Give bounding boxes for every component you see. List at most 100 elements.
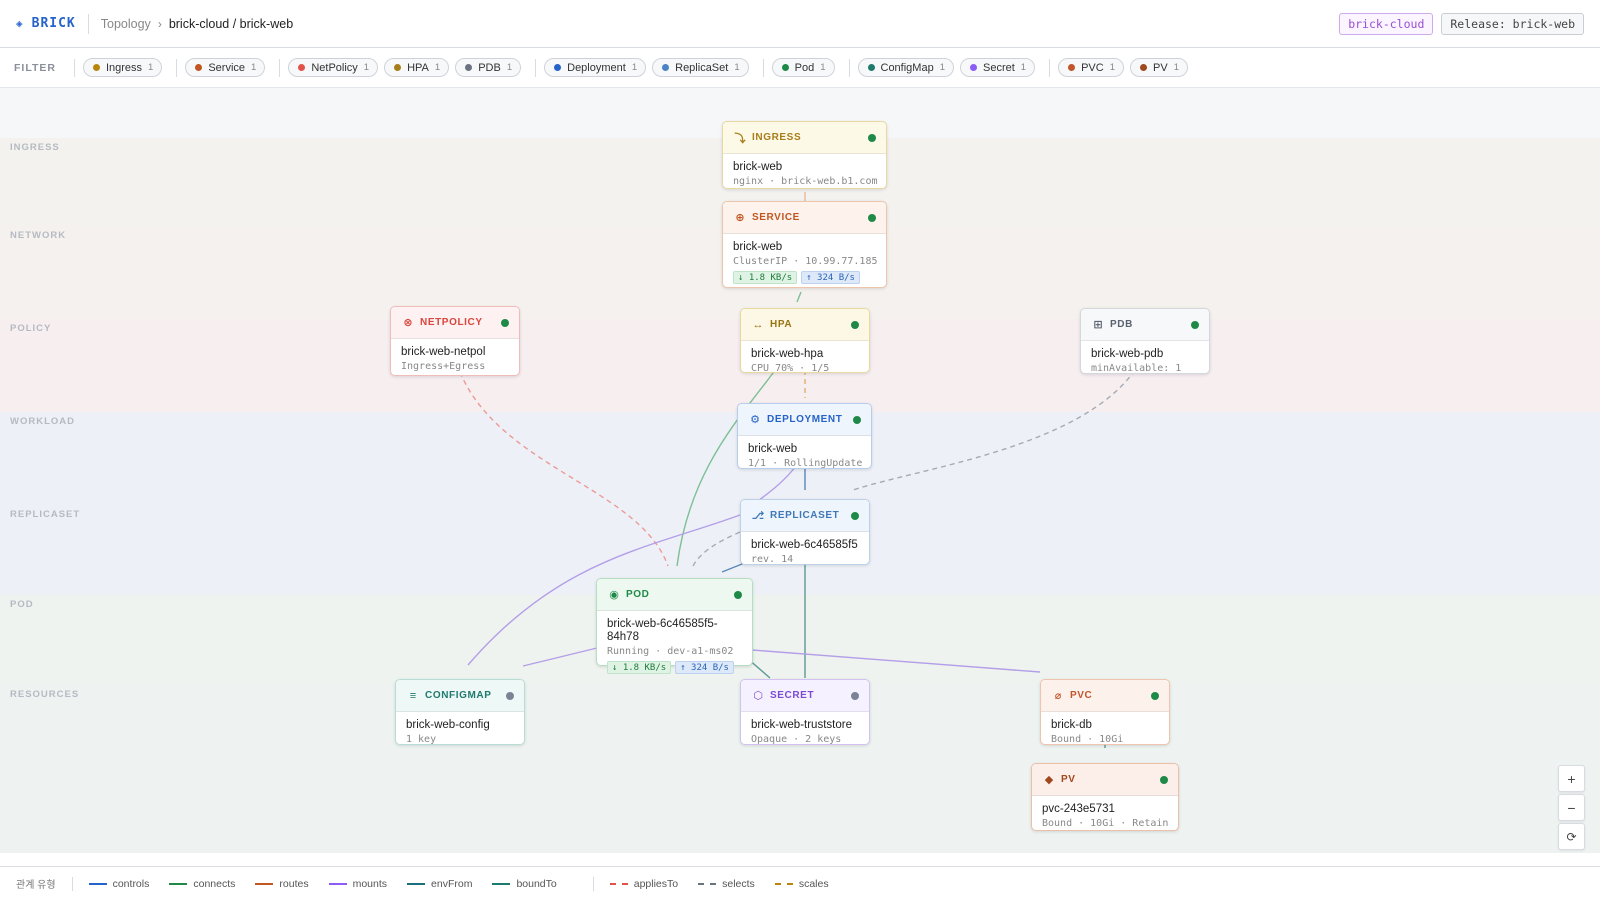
header-divider xyxy=(87,13,89,34)
traffic-badges: ↓ 1.8 KB/s ↑ 324 B/s xyxy=(607,661,742,674)
legend-item-controls[interactable]: controls xyxy=(88,878,149,890)
traffic-in-badge: ↓ 1.8 KB/s xyxy=(607,661,672,674)
filter-chip-count: 1 xyxy=(1020,62,1027,73)
legend-line-swatch xyxy=(169,882,188,885)
resource-meta: Running · dev-a1-ms02 xyxy=(607,646,734,657)
filter-divider xyxy=(1049,58,1051,77)
filter-chip-configmap[interactable]: ConfigMap 1 xyxy=(857,58,954,77)
legend-label: selects xyxy=(722,877,755,890)
kind-color-dot xyxy=(298,64,306,71)
filter-chip-label: ReplicaSet xyxy=(675,61,729,74)
legend-item-connects[interactable]: connects xyxy=(169,878,235,890)
zoom-in-button[interactable]: + xyxy=(1558,765,1585,792)
traffic-out-badge: ↑ 324 B/s xyxy=(801,271,860,284)
node-body: brick-web-6c46585f5 rev. 14 xyxy=(741,532,869,566)
resource-name: brick-web xyxy=(733,161,783,173)
filter-chip-count: 1 xyxy=(734,62,740,73)
resource-name: pvc-243e5731 xyxy=(1042,803,1115,815)
filter-divider xyxy=(279,58,281,77)
legend-item-appliesto[interactable]: appliesTo xyxy=(609,878,678,890)
node-ingress[interactable]: ⤵ INGRESS brick-web nginx · brick-web.b1.co… xyxy=(722,121,887,189)
resource-meta: rev. 14 xyxy=(751,554,794,565)
filter-chip-label: Pod xyxy=(794,61,815,74)
node-replicaset[interactable]: ⎇ REPLICASET brick-web-6c46585f5 rev. 14 xyxy=(740,499,870,565)
legend-item-envfrom[interactable]: envFrom xyxy=(407,878,472,890)
node-kind-label: SERVICE xyxy=(752,212,800,223)
legend-item-boundto[interactable]: boundTo xyxy=(492,878,557,890)
topology-canvas[interactable]: INGRESS NETWORK POLICY WORKLOAD REPLICASET PO… xyxy=(0,88,1600,853)
node-service[interactable]: ⊕ SERVICE brick-web ClusterIP · 10.99.77.18… xyxy=(722,201,887,288)
filter-chip-label: ConfigMap xyxy=(880,61,934,74)
node-configmap[interactable]: ≡ CONFIGMAP brick-web-config 1 key xyxy=(395,679,525,745)
reset-view-button[interactable]: ⟳ xyxy=(1558,823,1585,850)
filter-chip-label: PV xyxy=(1153,61,1168,74)
release-badge[interactable]: Release: brick-web xyxy=(1441,13,1584,35)
filter-chip-service[interactable]: Service 1 xyxy=(185,58,266,77)
zoom-out-button[interactable]: − xyxy=(1558,794,1585,821)
namespace-badge[interactable]: brick-cloud xyxy=(1339,13,1434,35)
filter-chip-netpolicy[interactable]: NetPolicy 1 xyxy=(288,58,379,77)
kind-color-dot xyxy=(662,64,670,71)
filter-chip-pdb[interactable]: PDB 1 xyxy=(455,58,522,77)
status-indicator xyxy=(851,320,859,329)
node-hpa[interactable]: ↔ HPA brick-web-hpa CPU 70% · 1/5 xyxy=(740,308,870,374)
resource-meta: Bound · 10Gi · Retain xyxy=(1042,818,1169,829)
legend-label: connects xyxy=(193,877,236,890)
node-body: brick-web-6c46585f5-84h78 Running · dev-a… xyxy=(597,611,752,674)
resource-name: brick-web-truststore xyxy=(751,719,852,731)
legend-item-mounts[interactable]: mounts xyxy=(328,878,387,890)
legend-item-selects[interactable]: selects xyxy=(698,878,755,890)
node-header: ◆ PV xyxy=(1032,764,1178,796)
filter-chip-hpa[interactable]: HPA 1 xyxy=(384,58,450,77)
legend-line-swatch xyxy=(492,882,511,885)
node-header: ⬡ SECRET xyxy=(741,680,869,712)
node-header: ≡ CONFIGMAP xyxy=(396,680,524,712)
filter-chip-deployment[interactable]: Deployment 1 xyxy=(544,58,647,77)
resource-meta: minAvailable: 1 xyxy=(1091,363,1182,374)
deployment-kind-icon: ⚙ xyxy=(750,414,760,426)
node-deployment[interactable]: ⚙ DEPLOYMENT brick-web 1/1 · RollingUpdate xyxy=(737,403,872,469)
app-logo[interactable]: ◈ BRICK xyxy=(16,16,76,31)
filter-chip-pod[interactable]: Pod 1 xyxy=(771,58,835,77)
node-kind-label: PDB xyxy=(1110,319,1133,330)
legend-item-scales[interactable]: scales xyxy=(774,877,829,890)
filter-chip-secret[interactable]: Secret 1 xyxy=(960,58,1036,77)
node-kind-label: PVC xyxy=(1070,690,1093,701)
edge-mounts-pod-configmap xyxy=(522,647,598,667)
legend-title: 관계 유형 xyxy=(16,880,56,891)
node-pvc[interactable]: ⌀ PVC brick-db Bound · 10Gi xyxy=(1040,679,1170,745)
kind-color-dot xyxy=(781,64,789,71)
node-netpolicy[interactable]: ⊗ NETPOLICY brick-web-netpol Ingress+Egress xyxy=(390,306,520,376)
legend-line-swatch xyxy=(328,882,347,885)
kind-color-dot xyxy=(394,64,402,71)
resource-meta: nginx · brick-web.b1.com xyxy=(733,176,878,187)
node-pv[interactable]: ◆ PV pvc-243e5731 Bound · 10Gi · Retain xyxy=(1031,763,1179,831)
filter-divider xyxy=(762,58,764,77)
filter-chip-replicaset[interactable]: ReplicaSet 1 xyxy=(652,58,749,77)
node-header: ⤵ INGRESS xyxy=(723,122,886,154)
breadcrumb-root[interactable]: Topology xyxy=(101,17,151,31)
kind-color-dot xyxy=(1140,64,1148,71)
node-secret[interactable]: ⬡ SECRET brick-web-truststore Opaque · 2 ke… xyxy=(740,679,870,745)
resource-name: brick-web-hpa xyxy=(751,348,824,360)
filter-chip-pv[interactable]: PV 1 xyxy=(1130,58,1188,77)
filter-chip-count: 1 xyxy=(251,62,257,73)
node-kind-label: SECRET xyxy=(770,690,815,701)
filter-chip-count: 1 xyxy=(820,62,826,73)
node-pod[interactable]: ◉ POD brick-web-6c46585f5-84h78 Running · d… xyxy=(596,578,753,674)
pdb-kind-icon: ⊞ xyxy=(1093,319,1103,331)
traffic-out-badge: ↑ 324 B/s xyxy=(675,661,734,674)
legend-label: scales xyxy=(798,877,829,890)
filter-divider xyxy=(176,58,178,77)
filter-chip-ingress[interactable]: Ingress 1 xyxy=(82,58,163,77)
status-indicator xyxy=(851,511,859,520)
resource-name: brick-db xyxy=(1051,719,1092,731)
node-header: ⌀ PVC xyxy=(1041,680,1169,712)
filter-chip-pvc[interactable]: PVC 1 xyxy=(1058,58,1125,77)
node-pdb[interactable]: ⊞ PDB brick-web-pdb minAvailable: 1 xyxy=(1080,308,1210,374)
filter-label: FILTER xyxy=(14,61,56,74)
legend-item-routes[interactable]: routes xyxy=(255,878,309,890)
brick-logo-icon: ◈ xyxy=(16,17,24,30)
legend-divider xyxy=(592,876,594,891)
filter-chip-count: 1 xyxy=(363,62,370,73)
